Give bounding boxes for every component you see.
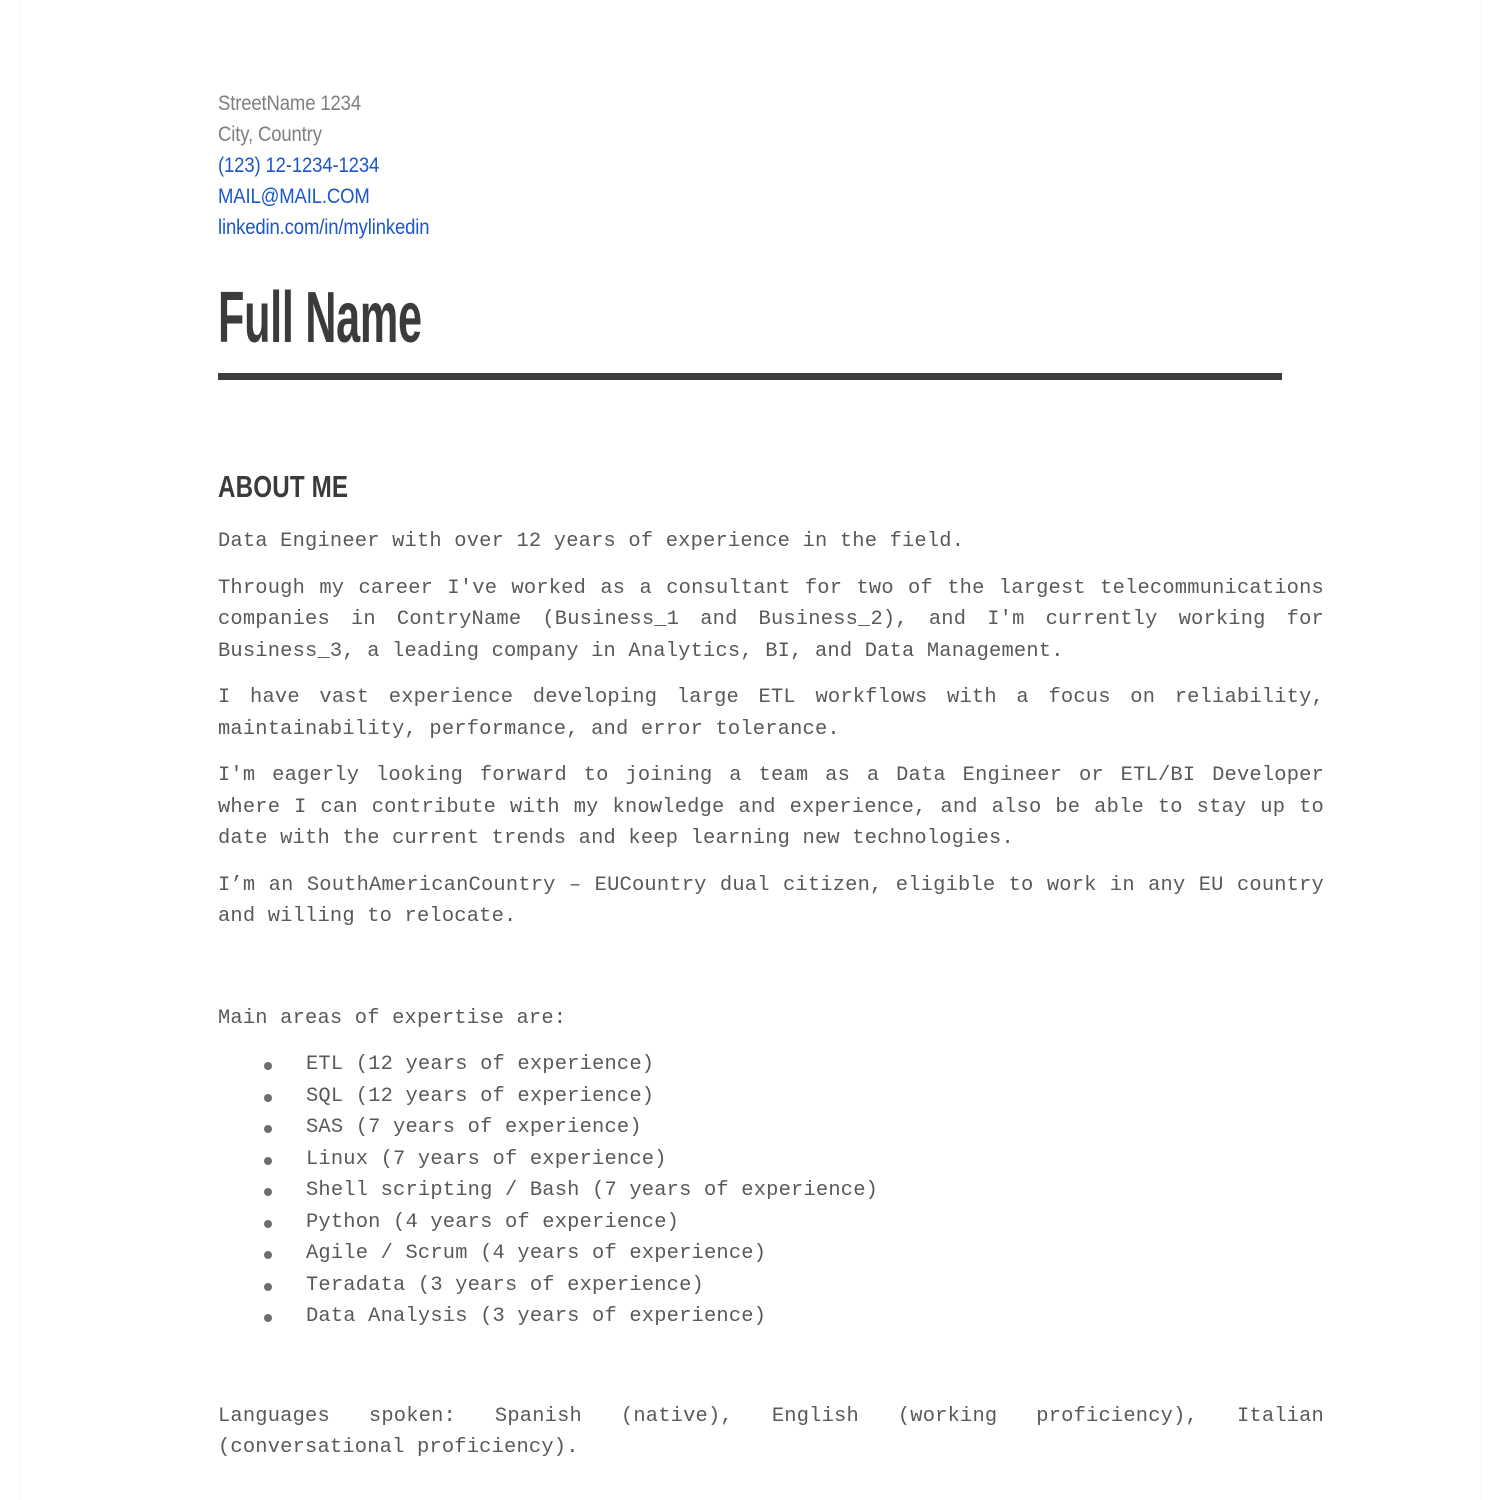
bullet-icon — [264, 1156, 272, 1165]
list-item-label: Shell scripting / Bash (7 years of exper… — [306, 1179, 879, 1202]
list-item: ETL (12 years of experience) — [218, 1049, 1324, 1081]
bullet-icon — [264, 1251, 272, 1259]
bullet-icon — [264, 1093, 272, 1102]
expertise-intro: Main areas of expertise are: — [218, 1006, 567, 1030]
list-item: Python (4 years of experience) — [218, 1207, 1324, 1239]
contact-street: StreetName 1234 — [218, 91, 361, 115]
list-item: Shell scripting / Bash (7 years of exper… — [218, 1175, 1324, 1207]
about-paragraph: I have vast experience developing large … — [218, 686, 1324, 741]
list-item-label: SQL (12 years of experience) — [306, 1084, 655, 1108]
list-item: Teradata (3 years of experience) — [218, 1270, 1324, 1302]
bullet-icon — [264, 1314, 272, 1322]
section-heading-about-me: ABOUT ME — [218, 469, 349, 504]
contact-block: StreetName 1234 City, Country (123) 12-1… — [218, 0, 1328, 243]
languages-paragraph: Languages spoken: Spanish (native), Engl… — [218, 1404, 1324, 1460]
contact-phone-link[interactable]: (123) 12-1234-1234 — [218, 150, 1173, 181]
header-divider — [218, 373, 1282, 380]
expertise-list: ETL (12 years of experience) SQL (12 yea… — [218, 1049, 1324, 1333]
page-title: Full Name — [218, 278, 422, 358]
list-item: Agile / Scrum (4 years of experience) — [218, 1238, 1324, 1270]
list-item: Linux (7 years of experience) — [218, 1144, 1324, 1176]
about-paragraph: Through my career I've worked as a consu… — [218, 576, 1324, 663]
contact-email-link[interactable]: MAIL@MAIL.COM — [218, 181, 1173, 212]
about-me-body: Data Engineer with over 12 years of expe… — [218, 526, 1324, 1464]
about-paragraph: I'm eagerly looking forward to joining a… — [218, 764, 1324, 850]
list-item-label: Data Analysis (3 years of experience) — [306, 1305, 767, 1328]
list-item-label: Teradata (3 years of experience) — [306, 1273, 704, 1297]
list-item-label: Python (4 years of experience) — [306, 1210, 680, 1234]
bullet-icon — [264, 1125, 272, 1133]
bullet-icon — [264, 1219, 272, 1228]
about-paragraph: Data Engineer with over 12 years of expe… — [218, 530, 965, 553]
list-item-label: Linux (7 years of experience) — [306, 1147, 667, 1171]
contact-city-country: City, Country — [218, 122, 322, 146]
bullet-icon — [264, 1062, 272, 1070]
list-item-label: SAS (7 years of experience) — [306, 1116, 642, 1139]
contact-linkedin-link[interactable]: linkedin.com/in/mylinkedin — [218, 212, 1173, 243]
list-item: SQL (12 years of experience) — [218, 1081, 1324, 1113]
bullet-icon — [264, 1188, 272, 1196]
bullet-icon — [264, 1282, 272, 1291]
list-item: Data Analysis (3 years of experience) — [218, 1301, 1324, 1333]
list-item-label: Agile / Scrum (4 years of experience) — [306, 1242, 767, 1265]
document-page: StreetName 1234 City, Country (123) 12-1… — [20, 0, 1480, 1500]
about-paragraph: I’m an SouthAmericanCountry – EUCountry … — [218, 873, 1324, 929]
list-item: SAS (7 years of experience) — [218, 1112, 1324, 1144]
list-item-label: ETL (12 years of experience) — [306, 1053, 655, 1076]
document-content: StreetName 1234 City, Country (123) 12-1… — [218, 0, 1328, 1464]
